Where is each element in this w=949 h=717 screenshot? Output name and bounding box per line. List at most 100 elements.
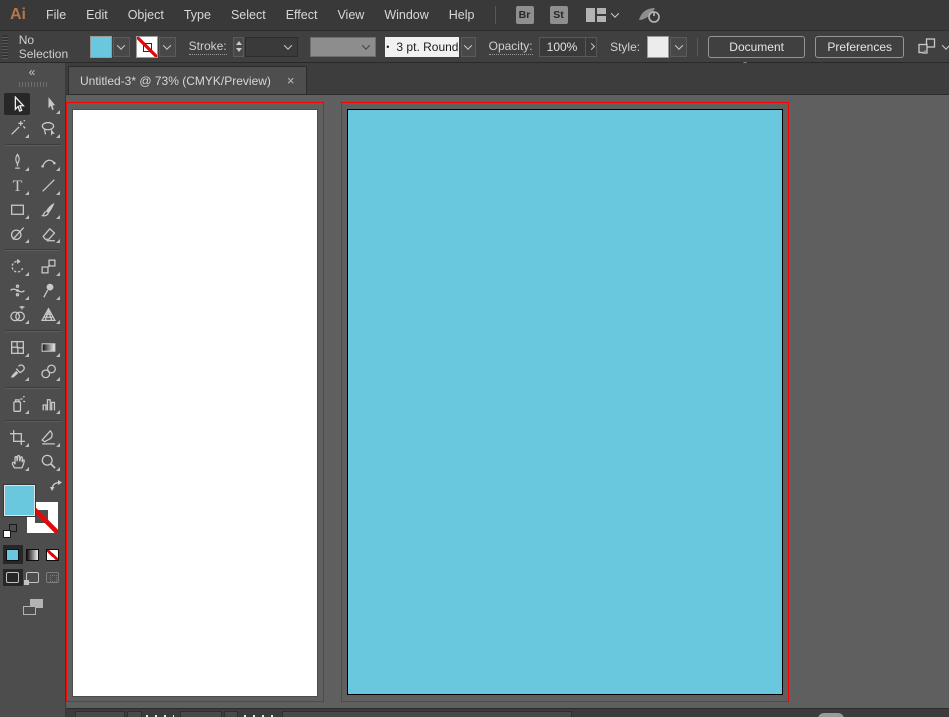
stock-button[interactable]: St [549,6,568,24]
tool-group-separator [5,249,60,250]
rectangle-tool-icon [9,201,26,218]
swap-fill-stroke-button[interactable] [49,480,63,492]
status-artboard-field[interactable] [180,711,222,717]
stroke-weight-stepper[interactable] [232,36,245,57]
artboard-2-cyan-rectangle[interactable] [347,109,783,695]
menu-view[interactable]: View [327,0,374,30]
perspective-grid-tool[interactable] [35,303,61,325]
default-fill-stroke-button[interactable] [2,524,17,538]
line-segment-tool[interactable] [35,174,61,196]
slice-tool[interactable] [35,426,61,448]
magic-wand-tool-icon [9,119,26,137]
magic-wand-tool[interactable] [4,117,30,139]
hand-tool[interactable] [4,450,30,472]
menu-window[interactable]: Window [374,0,438,30]
eraser-tool[interactable] [35,222,61,244]
stroke-color-swatch[interactable] [136,36,157,57]
pen-tool[interactable] [4,150,30,172]
draw-normal-button[interactable] [2,569,23,586]
horizontal-scrollbar-thumb[interactable] [818,713,844,717]
status-bar [66,708,949,717]
lasso-tool[interactable] [35,117,61,139]
screen-mode-button[interactable] [22,599,43,615]
shape-builder-tool-icon [9,305,26,323]
rotate-tool[interactable] [4,255,30,277]
color-mode-gradient-button[interactable] [23,545,43,564]
style-swatch[interactable] [648,36,669,57]
document-setup-button[interactable]: Document Setup [707,35,806,74]
stroke-weight-select[interactable] [245,36,299,57]
curvature-tool[interactable] [35,150,61,172]
stroke-weight-label[interactable]: Stroke: [188,39,227,55]
document-tab[interactable]: Untitled-3* @ 73% (CMYK/Preview) × [68,66,307,94]
fill-color-dropdown[interactable] [112,36,130,57]
touch-workspace-toggle[interactable] [918,38,949,55]
brush-definition-value: 3 pt. Round [396,39,459,54]
tool-group-separator [5,387,60,388]
menu-file[interactable]: File [36,0,76,30]
scale-tool[interactable] [35,255,61,277]
selection-tool[interactable] [4,93,30,115]
menu-items: File Edit Object Type Select Effect View Window… [36,0,485,30]
tools-panel-grip[interactable] [18,82,47,87]
brush-definition-dropdown[interactable] [461,36,476,57]
paintbrush-tool[interactable] [35,198,61,220]
touch-workspace-icon [918,38,937,55]
symbol-sprayer-tool[interactable] [4,393,30,415]
close-tab-icon[interactable]: × [287,74,295,87]
opacity-dropdown[interactable] [586,36,598,57]
menu-edit[interactable]: Edit [76,0,118,30]
symbol-sprayer-tool-icon [9,395,26,413]
menu-type[interactable]: Type [174,0,221,30]
draw-inside-button[interactable] [43,569,63,586]
opacity-input[interactable]: 100% [538,36,587,57]
shaper-tool[interactable] [4,222,30,244]
width-tool[interactable] [4,279,30,301]
direct-selection-tool-icon [40,96,57,113]
collapse-panel-button[interactable]: « [29,66,37,78]
shape-builder-tool[interactable] [4,303,30,325]
width-profile-select[interactable] [310,36,377,57]
status-zoom-field[interactable] [75,711,125,717]
artboard-1[interactable] [73,110,317,696]
stroke-color-dropdown[interactable] [158,36,176,57]
eyedropper-tool[interactable] [4,360,30,382]
drawing-mode-row [2,569,63,586]
column-graph-tool[interactable] [35,393,61,415]
draw-normal-icon [6,572,19,583]
menu-object[interactable]: Object [118,0,174,30]
style-dropdown[interactable] [670,36,688,57]
mesh-tool[interactable] [4,336,30,358]
type-tool[interactable]: T [4,174,30,196]
zoom-tool[interactable] [35,450,61,472]
menu-help[interactable]: Help [439,0,485,30]
preferences-button[interactable]: Preferences [815,35,905,58]
bridge-button[interactable]: Br [515,6,534,24]
color-mode-color-button[interactable] [2,545,23,564]
direct-selection-tool[interactable] [35,93,61,115]
artboard-tool[interactable] [4,426,30,448]
control-bar-grip[interactable] [2,34,8,59]
none-swatch-icon [46,548,59,561]
blend-tool[interactable] [35,360,61,382]
gpu-performance-button[interactable] [638,6,662,24]
fill-color-swatch[interactable] [90,36,111,57]
menu-select[interactable]: Select [221,0,276,30]
brush-definition-select[interactable]: • 3 pt. Round [385,36,460,57]
menu-effect[interactable]: Effect [276,0,328,30]
opacity-label[interactable]: Opacity: [488,39,533,55]
puppet-warp-tool[interactable] [35,279,61,301]
line-segment-tool-icon [40,177,57,194]
column-graph-tool-icon [40,396,57,413]
canvas-area[interactable] [66,95,949,708]
gradient-tool[interactable] [35,336,61,358]
status-zoom-menu[interactable] [127,711,142,717]
draw-behind-button[interactable] [23,569,43,586]
workspace-switcher[interactable] [585,8,619,22]
status-artboard-menu[interactable] [224,711,238,717]
fill-stroke-proxy [2,480,64,538]
color-mode-none-button[interactable] [43,545,63,564]
fill-proxy-swatch[interactable] [3,485,35,516]
rectangle-tool[interactable] [4,198,30,220]
width-tool-icon [9,282,26,299]
